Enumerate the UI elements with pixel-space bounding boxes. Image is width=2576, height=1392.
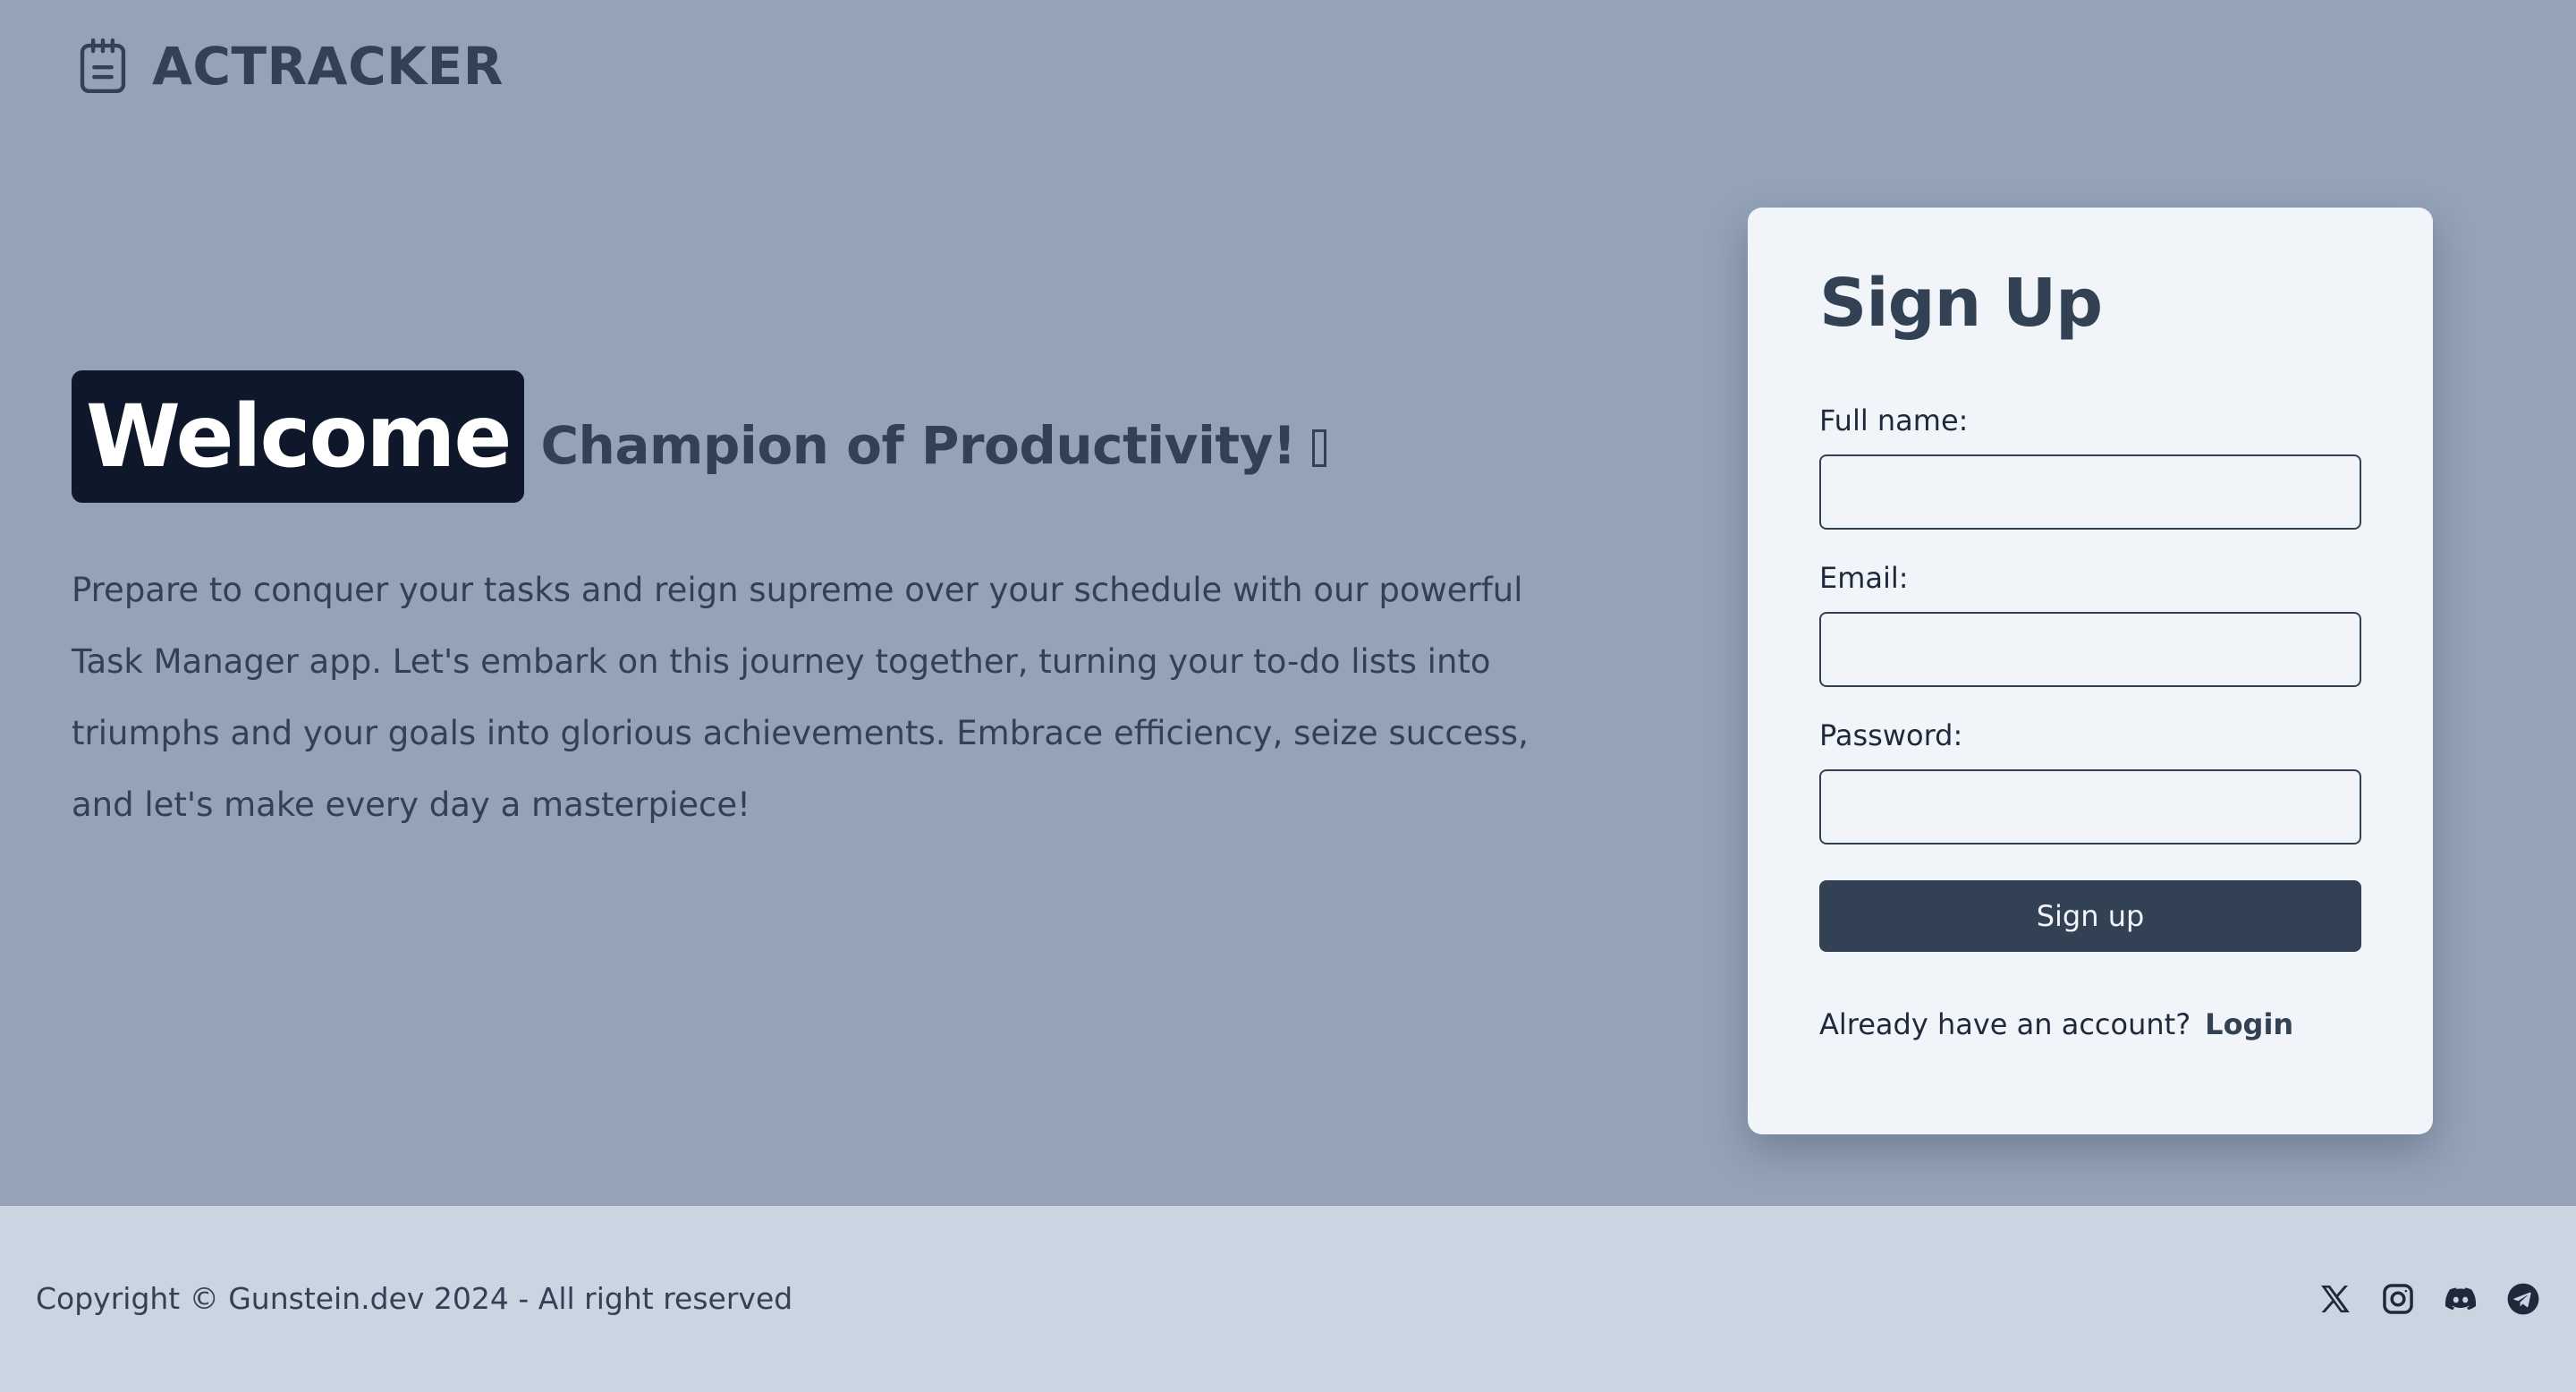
telegram-icon[interactable] — [2506, 1282, 2540, 1316]
password-label: Password: — [1819, 718, 1963, 752]
welcome-badge: Welcome — [72, 370, 525, 503]
hero-intro-text: Prepare to conquer your tasks and reign … — [72, 571, 1529, 824]
site-footer: Copyright © Gunstein.dev 2024 - All righ… — [0, 1206, 2576, 1392]
login-prompt-row: Already have an account? Login — [1819, 1007, 2361, 1041]
signup-button[interactable]: Sign up — [1819, 880, 2361, 952]
clipboard-icon — [80, 38, 126, 93]
instagram-icon[interactable] — [2381, 1282, 2415, 1316]
login-prompt-text: Already have an account? — [1819, 1007, 2191, 1041]
hero-subheadline: Champion of Productivity! — [540, 415, 1326, 476]
password-input[interactable] — [1819, 769, 2361, 845]
site-header: ACTRACKER — [77, 34, 504, 98]
hero-headline: Welcome Champion of Productivity! — [72, 370, 1547, 503]
signup-title: Sign Up — [1819, 265, 2103, 342]
email-input[interactable] — [1819, 612, 2361, 687]
full-name-label: Full name: — [1819, 403, 1969, 437]
copyright-text: Copyright © Gunstein.dev 2024 - All righ… — [36, 1281, 793, 1316]
hero-section: Welcome Champion of Productivity! Prepar… — [72, 370, 1547, 841]
discord-icon[interactable] — [2444, 1282, 2478, 1316]
social-links — [2318, 1206, 2540, 1392]
full-name-input[interactable] — [1819, 454, 2361, 530]
login-link[interactable]: Login — [2205, 1007, 2293, 1041]
x-icon[interactable] — [2318, 1282, 2352, 1316]
brand-name[interactable]: ACTRACKER — [152, 40, 504, 92]
email-label: Email: — [1819, 561, 1909, 595]
hero-subheadline-text: Champion of Productivity! — [540, 415, 1296, 476]
missing-emoji-glyph — [1311, 429, 1326, 467]
signup-form: Full name: Email: Password: Sign up — [1819, 406, 2361, 952]
signup-card: Sign Up Full name: Email: Password: Sign… — [1748, 208, 2433, 1134]
